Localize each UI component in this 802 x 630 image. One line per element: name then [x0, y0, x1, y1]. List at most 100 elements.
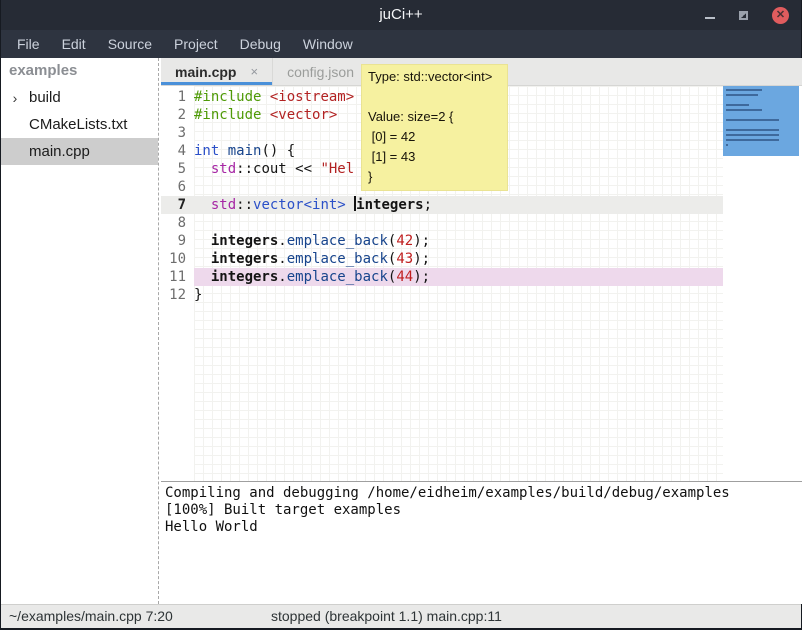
- code-token: [194, 161, 211, 177]
- code-token: () {: [261, 143, 295, 159]
- code-token: int: [194, 143, 219, 159]
- line-number: 6: [161, 178, 194, 196]
- build-output-panel[interactable]: Compiling and debugging /home/eidheim/ex…: [161, 482, 802, 604]
- code-token: [261, 107, 269, 123]
- code-token: [194, 269, 211, 285]
- status-debug-state: stopped (breakpoint 1.1) main.cpp:11: [271, 608, 502, 624]
- minimap[interactable]: [723, 86, 799, 481]
- menu-item-debug[interactable]: Debug: [232, 32, 289, 56]
- sidebar-item-build[interactable]: › build: [1, 84, 158, 111]
- restore-icon[interactable]: [739, 11, 748, 20]
- file-tree-sidebar: examples › build CMakeLists.txt main.cpp: [1, 58, 159, 604]
- code-token: <vector>: [270, 107, 337, 123]
- tab-label: main.cpp: [175, 64, 236, 80]
- file-name: build: [29, 89, 61, 106]
- line-number: 5: [161, 160, 194, 178]
- line-number: 1: [161, 88, 194, 106]
- file-name: CMakeLists.txt: [29, 116, 127, 133]
- code-token: emplace_back: [287, 269, 388, 285]
- debug-value-tooltip: Type: std::vector<int> Value: size=2 { […: [361, 64, 508, 191]
- minimap-code-line: [726, 89, 762, 91]
- code-token: integers: [211, 251, 278, 267]
- tooltip-text-line: }: [368, 167, 503, 187]
- tab-main-cpp[interactable]: main.cpp ×: [161, 58, 273, 85]
- chevron-right-icon[interactable]: ›: [7, 90, 23, 106]
- code-token: 43: [396, 251, 413, 267]
- code-row-12[interactable]: 12}: [161, 286, 723, 304]
- file-name: main.cpp: [29, 143, 90, 160]
- code-row-7[interactable]: 7 std::vector<int> integers;: [161, 196, 723, 214]
- code-token: );: [413, 251, 430, 267]
- menu-item-edit[interactable]: Edit: [54, 32, 94, 56]
- code-token: }: [194, 287, 202, 303]
- tooltip-text-line: [1] = 43: [368, 147, 503, 167]
- tooltip-text-line: [0] = 42: [368, 127, 503, 147]
- code-token: std: [211, 161, 236, 177]
- minimap-code-line: [726, 139, 779, 141]
- code-line-text: }: [194, 286, 723, 304]
- terminal-output-line: Compiling and debugging /home/eidheim/ex…: [165, 485, 799, 502]
- code-token: "Hel: [320, 161, 354, 177]
- code-token: 44: [396, 269, 413, 285]
- code-token: [219, 143, 227, 159]
- code-token: integers: [211, 233, 278, 249]
- code-row-11[interactable]: 11 integers.emplace_back(44);: [161, 268, 723, 286]
- code-line-text: integers.emplace_back(42);: [194, 232, 723, 250]
- window-controls: ✕: [705, 0, 789, 30]
- code-token: .: [278, 251, 286, 267]
- line-number: 10: [161, 250, 194, 268]
- code-token: emplace_back: [287, 251, 388, 267]
- title-bar: juCi++ ✕: [1, 0, 801, 30]
- minimize-icon[interactable]: [705, 17, 715, 19]
- code-row-10[interactable]: 10 integers.emplace_back(43);: [161, 250, 723, 268]
- app-window: juCi++ ✕ FileEditSourceProjectDebugWindo…: [0, 0, 802, 630]
- line-number: 7: [161, 196, 194, 214]
- line-number: 2: [161, 106, 194, 124]
- minimap-viewport[interactable]: [723, 86, 799, 156]
- menu-item-file[interactable]: File: [9, 32, 48, 56]
- code-token: [261, 89, 269, 105]
- menu-item-source[interactable]: Source: [100, 32, 160, 56]
- code-token: integers: [356, 197, 423, 213]
- code-row-9[interactable]: 9 integers.emplace_back(42);: [161, 232, 723, 250]
- project-name-header: examples: [1, 58, 158, 84]
- tab-config-json[interactable]: config.json: [273, 58, 368, 85]
- code-token: [346, 197, 354, 213]
- minimap-code-line: [726, 144, 728, 146]
- minimap-code-line: [726, 94, 758, 96]
- terminal-output-line: [100%] Built target examples: [165, 502, 799, 519]
- tooltip-text-line: [368, 87, 503, 107]
- menu-item-project[interactable]: Project: [166, 32, 226, 56]
- tab-close-icon[interactable]: ×: [250, 64, 258, 79]
- minimap-code-line: [726, 119, 779, 121]
- code-line-text: integers.emplace_back(43);: [194, 250, 723, 268]
- code-token: ::cout <<: [236, 161, 320, 177]
- code-token: );: [413, 233, 430, 249]
- code-token: std: [211, 197, 236, 213]
- close-icon[interactable]: ✕: [772, 7, 789, 24]
- line-number: 8: [161, 214, 194, 232]
- code-line-text: integers.emplace_back(44);: [194, 268, 723, 286]
- tooltip-text-line: Value: size=2 {: [368, 107, 503, 127]
- tab-label: config.json: [287, 64, 354, 80]
- sidebar-item-main-cpp[interactable]: main.cpp: [1, 138, 158, 165]
- window-title: juCi++: [1, 6, 801, 23]
- code-line-text: std::vector<int> integers;: [194, 196, 723, 214]
- status-bar: ~/examples/main.cpp 7:20 stopped (breakp…: [1, 604, 801, 628]
- tooltip-text-line: Type: std::vector<int>: [368, 67, 503, 87]
- code-token: );: [413, 269, 430, 285]
- code-line-text: [194, 214, 723, 232]
- code-token: .: [278, 233, 286, 249]
- code-row-8[interactable]: 8: [161, 214, 723, 232]
- code-token: vector<int>: [253, 197, 346, 213]
- file-tree: › build CMakeLists.txt main.cpp: [1, 84, 158, 165]
- code-token: #include: [194, 89, 261, 105]
- code-token: main: [228, 143, 262, 159]
- line-number: 3: [161, 124, 194, 142]
- code-token: integers: [211, 269, 278, 285]
- menu-item-window[interactable]: Window: [295, 32, 361, 56]
- sidebar-item-cmakelists-txt[interactable]: CMakeLists.txt: [1, 111, 158, 138]
- code-token: 42: [396, 233, 413, 249]
- status-file-position: ~/examples/main.cpp 7:20: [9, 608, 173, 624]
- line-number: 11: [161, 268, 194, 286]
